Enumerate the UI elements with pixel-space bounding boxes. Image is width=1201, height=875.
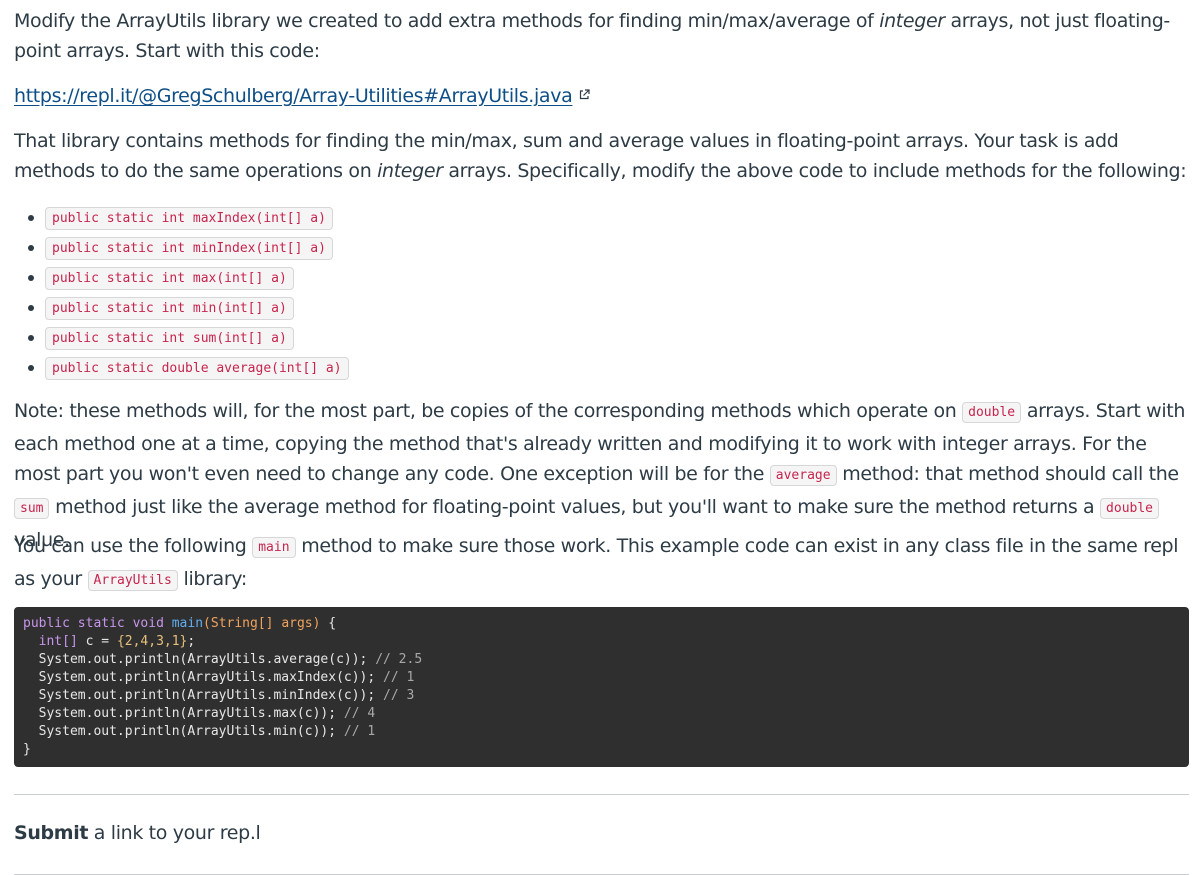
code-function-name: main: [171, 616, 204, 631]
method-signature: public static int maxIndex(int[] a): [45, 206, 333, 230]
description-emphasis: integer: [377, 160, 443, 182]
code-comment: // 4: [343, 706, 376, 721]
code-statement: System.out.println(ArrayUtils.max(c));: [38, 706, 344, 721]
link-paragraph: https://repl.it/@GregSchulberg/Array-Uti…: [14, 81, 591, 111]
submit-instruction: Submit a link to your rep.l: [14, 818, 261, 848]
method-signature: public static int sum(int[] a): [45, 326, 294, 350]
bullet-icon: [28, 215, 34, 221]
note-text: method just like the average method for …: [49, 496, 1101, 518]
list-item: public static int sum(int[] a): [14, 323, 349, 353]
list-item: public static int minIndex(int[] a): [14, 233, 349, 263]
code-array-literal: {2,4,3,1}: [116, 634, 188, 649]
inline-code-double: double: [1100, 498, 1160, 519]
bullet-icon: [28, 365, 34, 371]
code-statement: System.out.println(ArrayUtils.min(c));: [38, 724, 344, 739]
code-comment: // 2.5: [375, 652, 423, 667]
intro-paragraph: Modify the ArrayUtils library we created…: [14, 6, 1189, 66]
usage-text: library:: [177, 568, 248, 590]
code-type: int[]: [38, 634, 78, 649]
code-comment: // 1: [343, 724, 376, 739]
submit-text: a link to your rep.l: [88, 822, 261, 844]
code-params: (String[] args): [203, 616, 321, 631]
intro-text: Modify the ArrayUtils library we created…: [14, 10, 880, 32]
code-closing-brace: }: [23, 742, 31, 757]
method-signature: public static int max(int[] a): [45, 266, 294, 290]
inline-code-average: average: [769, 465, 837, 486]
divider: [14, 794, 1189, 795]
list-item: public static int maxIndex(int[] a): [14, 203, 349, 233]
list-item: public static double average(int[] a): [14, 353, 349, 383]
usage-paragraph: You can use the following main method to…: [14, 531, 1189, 597]
usage-text: You can use the following: [14, 535, 253, 557]
list-item: public static int min(int[] a): [14, 293, 349, 323]
code-statement: System.out.println(ArrayUtils.maxIndex(c…: [38, 670, 384, 685]
method-signature: public static int min(int[] a): [45, 296, 294, 320]
method-signature: public static int minIndex(int[] a): [45, 236, 333, 260]
code-semicolon: ;: [187, 634, 196, 649]
code-statement: System.out.println(ArrayUtils.average(c)…: [38, 652, 376, 667]
description-paragraph: That library contains methods for findin…: [14, 126, 1189, 186]
code-block: public static void main(String[] args) {…: [14, 607, 1189, 767]
bullet-icon: [28, 245, 34, 251]
submit-label: Submit: [14, 822, 89, 844]
note-text: Note: these methods will, for the most p…: [14, 400, 963, 422]
method-signature: public static double average(int[] a): [45, 356, 349, 380]
repl-link[interactable]: https://repl.it/@GregSchulberg/Array-Uti…: [14, 85, 573, 107]
method-list: public static int maxIndex(int[] a) publ…: [14, 203, 349, 383]
code-comment: // 1: [383, 670, 415, 685]
description-text-end: arrays. Specifically, modify the above c…: [442, 160, 1187, 182]
code-statement: System.out.println(ArrayUtils.minIndex(c…: [38, 688, 384, 703]
code-keyword: public: [23, 616, 70, 631]
code-brace: {: [320, 616, 337, 631]
bullet-icon: [28, 275, 34, 281]
bullet-icon: [28, 305, 34, 311]
bullet-icon: [28, 335, 34, 341]
code-comment: // 3: [383, 688, 415, 703]
intro-emphasis: integer: [879, 10, 945, 32]
code-variable: c =: [77, 634, 117, 649]
inline-code-main: main: [252, 537, 296, 558]
list-item: public static int max(int[] a): [14, 263, 349, 293]
inline-code-double: double: [962, 402, 1022, 423]
code-keyword: static: [77, 616, 125, 631]
external-link-icon[interactable]: [578, 80, 591, 110]
code-keyword: void: [132, 616, 164, 631]
inline-code-arrayutils: ArrayUtils: [87, 570, 178, 591]
note-text: method: that method should call the: [836, 463, 1179, 485]
inline-code-sum: sum: [14, 498, 50, 519]
